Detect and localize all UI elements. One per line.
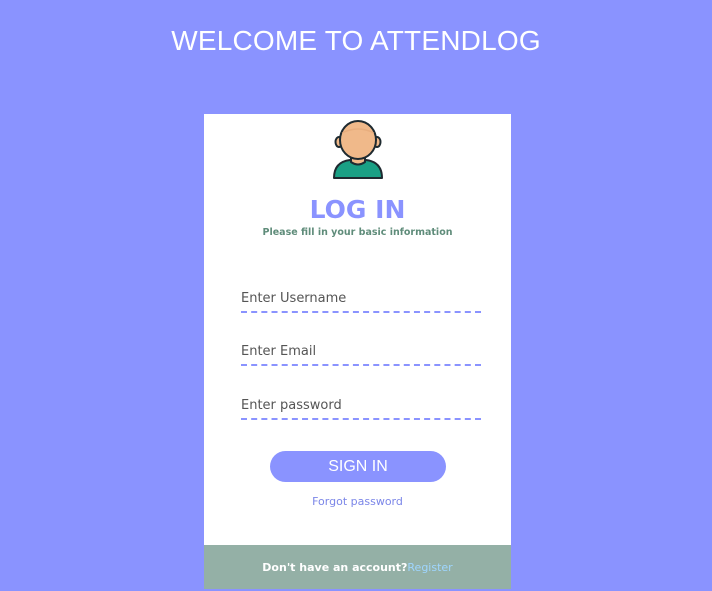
login-subtitle: Please fill in your basic information [262,227,453,238]
forgot-password-link[interactable]: Forgot password [204,494,511,510]
password-input[interactable] [241,394,481,420]
user-avatar-icon [333,120,383,179]
login-card: LOG IN Please fill in your basic informa… [204,114,511,589]
page-title: WELCOME TO ATTENDLOG [171,25,541,56]
sign-in-button[interactable]: SIGN IN [270,451,446,482]
register-link[interactable]: Register [407,561,452,574]
email-input[interactable] [241,340,481,366]
register-footer: Don't have an account?Register [204,545,511,589]
username-input[interactable] [241,287,481,313]
login-title: LOG IN [309,195,406,224]
register-prompt: Don't have an account? [262,561,408,574]
